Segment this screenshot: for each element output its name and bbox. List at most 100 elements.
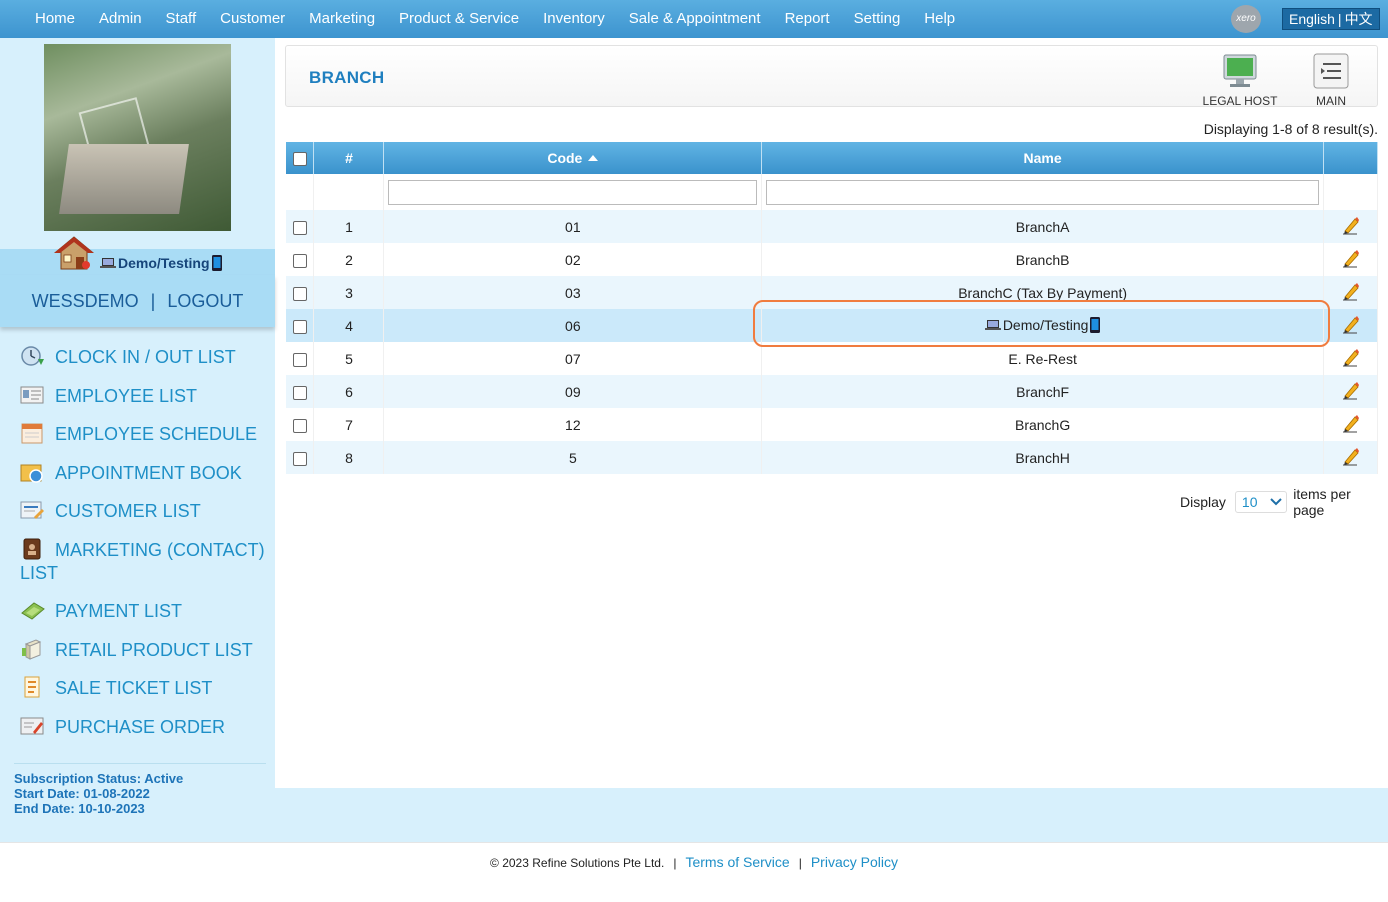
nav-setting[interactable]: Setting (842, 0, 913, 38)
table-row[interactable]: 2 02 BranchB (286, 243, 1379, 276)
row-checkbox[interactable] (292, 418, 307, 433)
column-header-name[interactable]: Name (761, 142, 1324, 174)
subscription-status: Subscription Status: Active (14, 771, 184, 786)
lang-chinese[interactable]: 中文 (1345, 9, 1373, 29)
privacy-policy-link[interactable]: Privacy Policy (811, 854, 898, 870)
sidebar-item-marketing-contact-list[interactable]: MARKETING (CONTACT) LIST (20, 538, 270, 585)
contact-book-icon (23, 538, 41, 559)
row-checkbox[interactable] (292, 385, 307, 400)
sidebar-item-appointment-book[interactable]: APPOINTMENT BOOK (20, 461, 270, 485)
row-name: BranchH (761, 441, 1324, 474)
row-number: 6 (313, 375, 385, 408)
column-header-code[interactable]: Code (383, 142, 763, 174)
sidebar-item-employee-schedule[interactable]: EMPLOYEE SCHEDULE (20, 422, 270, 446)
nav-customer[interactable]: Customer (208, 0, 297, 38)
code-filter-input[interactable] (388, 179, 758, 205)
nav-inventory[interactable]: Inventory (531, 0, 617, 38)
clock-icon (21, 346, 44, 366)
row-code: 06 (383, 309, 763, 342)
legal-host-button[interactable]: LEGAL HOST (1196, 51, 1284, 108)
sidebar: Demo/Testing WESSDEMO | LOGOUT CLOCK IN … (0, 38, 275, 842)
content-bottom-band (275, 788, 1388, 842)
pencil-edit-icon[interactable] (1340, 413, 1360, 433)
select-all-checkbox[interactable] (292, 152, 307, 167)
row-checkbox[interactable] (292, 451, 307, 466)
nav-product-service[interactable]: Product & Service (387, 0, 531, 38)
row-number: 7 (313, 408, 385, 441)
row-number: 3 (313, 276, 385, 309)
pencil-edit-icon[interactable] (1340, 248, 1360, 268)
sidebar-item-customer-list[interactable]: CUSTOMER LIST (20, 499, 270, 523)
row-checkbox[interactable] (292, 220, 307, 235)
main-button[interactable]: MAIN (1306, 51, 1356, 108)
table-row[interactable]: 8 5 BranchH (286, 441, 1379, 474)
xero-icon[interactable]: xero (1231, 5, 1261, 33)
subscription-end-date: End Date: 10-10-2023 (14, 801, 145, 816)
pencil-edit-icon[interactable] (1340, 347, 1360, 367)
row-name: BranchG (761, 408, 1324, 441)
filter-cell (383, 174, 763, 210)
sidebar-item-label: SALE TICKET LIST (55, 678, 213, 698)
table-row[interactable]: 6 09 BranchF (286, 375, 1379, 408)
nav-admin[interactable]: Admin (87, 0, 154, 38)
table-row[interactable]: 1 01 BranchA (286, 210, 1379, 243)
row-checkbox[interactable] (292, 253, 307, 268)
sidebar-item-clock-in-out[interactable]: CLOCK IN / OUT LIST (20, 345, 270, 369)
sidebar-item-label: EMPLOYEE SCHEDULE (55, 424, 258, 444)
current-branch-name: Demo/Testing (118, 255, 210, 271)
logout-link[interactable]: LOGOUT (167, 291, 243, 312)
sidebar-item-payment-list[interactable]: PAYMENT LIST (20, 599, 270, 623)
row-code: 03 (383, 276, 763, 309)
name-filter-input[interactable] (766, 179, 1319, 205)
nav-marketing[interactable]: Marketing (297, 0, 387, 38)
branch-photo (44, 44, 231, 231)
top-navbar: Home Admin Staff Customer Marketing Prod… (0, 0, 1388, 38)
footer-separator: | (798, 856, 802, 870)
row-number: 1 (313, 210, 385, 243)
terms-of-service-link[interactable]: Terms of Service (685, 854, 789, 870)
pencil-edit-icon[interactable] (1340, 446, 1360, 466)
sidebar-item-sale-ticket-list[interactable]: SALE TICKET LIST (20, 676, 270, 700)
nav-sale-appointment[interactable]: Sale & Appointment (617, 0, 773, 38)
sidebar-item-label: PAYMENT LIST (55, 601, 183, 621)
page-title: BRANCH (309, 68, 385, 87)
row-checkbox[interactable] (292, 352, 307, 367)
sidebar-item-label: CLOCK IN / OUT LIST (55, 347, 236, 367)
filter-cell (1323, 174, 1379, 210)
pencil-edit-icon[interactable] (1340, 380, 1360, 400)
nav-home[interactable]: Home (23, 0, 87, 38)
language-switch[interactable]: English | 中文 (1282, 8, 1380, 30)
select-all-header (286, 142, 315, 174)
items-per-page-select[interactable]: 10 (1234, 491, 1288, 513)
nav-help[interactable]: Help (912, 0, 967, 38)
filter-cell (313, 174, 385, 210)
pencil-edit-icon[interactable] (1340, 314, 1360, 334)
row-name: BranchA (761, 210, 1324, 243)
row-checkbox[interactable] (292, 319, 307, 334)
column-header-num[interactable]: # (313, 142, 385, 174)
purchase-order-icon (20, 717, 44, 734)
pencil-edit-icon[interactable] (1340, 281, 1360, 301)
nav-report[interactable]: Report (773, 0, 842, 38)
row-checkbox[interactable] (292, 286, 307, 301)
sidebar-item-retail-product-list[interactable]: RETAIL PRODUCT LIST (20, 638, 270, 662)
username-link[interactable]: WESSDEMO (32, 291, 139, 312)
items-per-page-value: 10 (1241, 494, 1258, 510)
sidebar-item-label: MARKETING (CONTACT) LIST (20, 539, 265, 583)
row-code: 12 (383, 408, 763, 441)
appointment-book-icon (20, 464, 43, 483)
sort-ascending-icon (588, 155, 599, 161)
row-number: 8 (313, 441, 385, 474)
sidebar-item-employee-list[interactable]: EMPLOYEE LIST (20, 384, 270, 408)
lang-english[interactable]: English (1289, 11, 1335, 27)
row-code: 5 (383, 441, 763, 474)
edit-cell (1323, 342, 1379, 375)
sidebar-item-purchase-order[interactable]: PURCHASE ORDER (20, 715, 270, 739)
row-code: 02 (383, 243, 763, 276)
pencil-edit-icon[interactable] (1340, 215, 1360, 235)
nav-staff[interactable]: Staff (154, 0, 209, 38)
sidebar-item-label: RETAIL PRODUCT LIST (55, 639, 253, 660)
current-branch[interactable]: Demo/Testing (100, 255, 222, 271)
row-name: BranchB (761, 243, 1324, 276)
table-row[interactable]: 7 12 BranchG (286, 408, 1379, 441)
